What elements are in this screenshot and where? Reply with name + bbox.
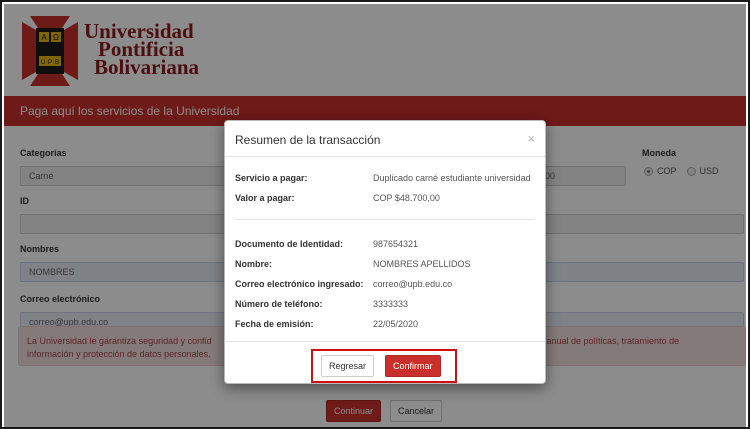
documento-value: 987654321 <box>373 239 419 249</box>
screenshot-frame: A Ω U P B Universidad Pontificia Bolivar… <box>0 0 750 429</box>
nombre-value: NOMBRES APELLIDOS <box>373 259 471 269</box>
servicio-value: Duplicado carné estudiante universidad <box>373 173 531 183</box>
servicio-label: Servicio a pagar: <box>235 173 308 183</box>
documento-label: Documento de Identidad: <box>235 239 343 249</box>
modal-divider <box>235 219 535 220</box>
telefono-label: Número de teléfono: <box>235 299 323 309</box>
transaction-summary-modal: Resumen de la transacción × Servicio a p… <box>224 120 546 384</box>
fecha-label: Fecha de emisión: <box>235 319 314 329</box>
valor-label: Valor a pagar: <box>235 193 295 203</box>
modal-footer-divider <box>225 341 545 342</box>
close-icon[interactable]: × <box>527 131 535 146</box>
telefono-value: 3333333 <box>373 299 409 309</box>
valor-value: COP $48.700,00 <box>373 193 440 203</box>
modal-header: Resumen de la transacción × <box>225 121 545 157</box>
regresar-button[interactable]: Regresar <box>321 355 375 377</box>
confirmar-button[interactable]: Confirmar <box>385 355 441 377</box>
modal-title: Resumen de la transacción <box>235 133 381 147</box>
correo-ingresado-label: Correo electrónico ingresado: <box>235 279 364 289</box>
correo-ingresado-value: correo@upb.edu.co <box>373 279 453 289</box>
page: A Ω U P B Universidad Pontificia Bolivar… <box>4 4 746 427</box>
fecha-value: 22/05/2020 <box>373 319 419 329</box>
nombre-label: Nombre: <box>235 259 273 269</box>
